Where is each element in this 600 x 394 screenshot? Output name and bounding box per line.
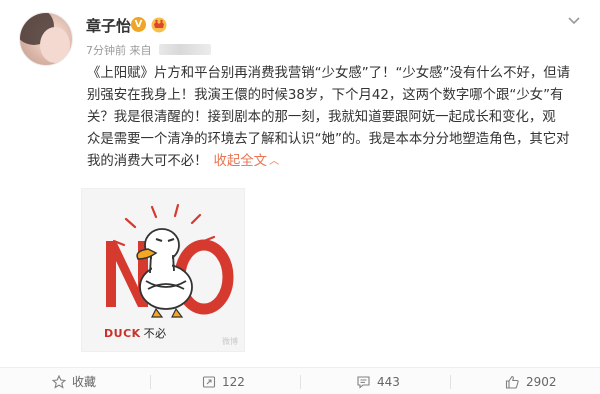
verified-badge-icon: V (131, 17, 146, 32)
post-image[interactable]: DUCK 不必 微博 (81, 188, 245, 352)
post-text-line: 我的消费大可不必！ 收起全文 ︿ (87, 151, 585, 173)
star-icon (52, 374, 66, 389)
comment-button[interactable]: 443 (356, 368, 400, 394)
divider (300, 375, 301, 389)
avatar[interactable] (19, 12, 73, 66)
collapse-text-link[interactable]: 收起全文 ︿ (214, 154, 280, 169)
action-bar: 收藏 122 443 2902 (0, 367, 600, 394)
collapse-label: 收起全文 (213, 154, 268, 169)
image-caption-en: DUCK (104, 327, 141, 340)
comment-icon (357, 375, 370, 389)
repost-button[interactable]: 122 (202, 368, 245, 394)
divider (150, 375, 151, 389)
post-text-line: 《上阳赋》片方和平台别再消费我营销“少女感”了！“少女感”没有什么不好，但请 (87, 66, 571, 81)
post-text-line: 关？我是很清醒的！接到剧本的那一刻，我就知道要跟阿妩一起成长和变化，观 (87, 110, 556, 125)
favorite-label: 收藏 (72, 375, 97, 389)
image-caption-cn: 不必 (143, 327, 167, 340)
post-text: 《上阳赋》片方和平台别再消费我营销“少女感”了！“少女感”没有什么不好，但请 别… (87, 63, 585, 173)
chevron-up-icon: ︿ (269, 156, 280, 167)
comment-count: 443 (377, 374, 400, 389)
post-source-prefix: 来自 (129, 44, 152, 57)
image-watermark: 微博 (222, 337, 238, 346)
weibo-post: 章子怡 V 7分钟前 来自 《上阳赋》片方和平台别再消费我营销“少女感”了！“少… (0, 0, 600, 394)
post-time[interactable]: 7分钟前 (86, 44, 126, 57)
repost-count: 122 (222, 374, 245, 389)
like-count: 2902 (526, 374, 557, 389)
divider (450, 375, 451, 389)
thumbs-up-icon (505, 375, 519, 389)
post-meta: 7分钟前 来自 (86, 42, 211, 58)
repost-icon (202, 375, 216, 388)
post-source-redacted (159, 44, 211, 55)
favorite-button[interactable]: 收藏 (52, 368, 96, 394)
post-text-line: 众是需要一个清净的环境去了解和认识“她”的。我是本本分分地塑造角色，其它对 (87, 132, 570, 147)
like-button[interactable]: 2902 (505, 368, 557, 394)
post-text-last-line: 我的消费大可不必！ (87, 154, 208, 169)
chevron-down-icon[interactable] (566, 12, 582, 28)
post-text-line: 别强安在我身上！我演王儇的时候38岁，下个月42，这两个数字哪个跟“少女”有 (87, 88, 564, 103)
image-caption: DUCK 不必 (104, 325, 167, 341)
author-name[interactable]: 章子怡 (86, 15, 131, 36)
crown-icon (151, 17, 167, 33)
